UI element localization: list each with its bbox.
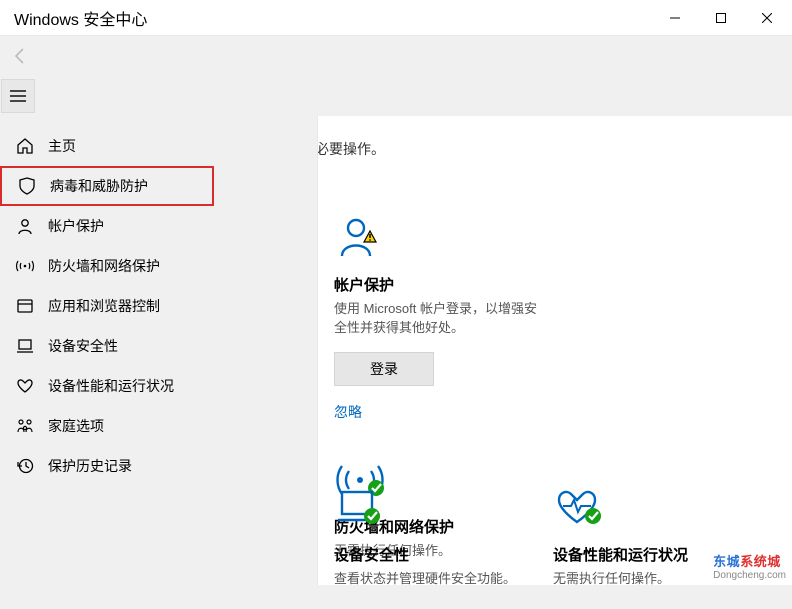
antenna-icon — [14, 257, 36, 275]
person-warning-icon — [334, 210, 544, 266]
dismiss-link[interactable]: 忽略 — [334, 402, 362, 422]
page-subtitle: 必要操作。 — [315, 139, 385, 159]
card-title: 设备安全性 — [334, 544, 543, 565]
hamburger-icon — [10, 90, 26, 102]
window-title: Windows 安全中心 — [14, 6, 147, 30]
maximize-button[interactable] — [698, 0, 744, 36]
back-bar — [0, 36, 792, 76]
card-device-perf: 设备性能和运行状况 无需执行任何操作。 — [553, 470, 772, 609]
laptop-ok-icon — [334, 480, 543, 536]
sidebar-item-firewall[interactable]: 防火墙和网络保护 — [0, 246, 317, 286]
sidebar-item-device-perf[interactable]: 设备性能和运行状况 — [0, 366, 317, 406]
sidebar-item-label: 帐户保护 — [48, 216, 104, 236]
heart-ok-icon — [553, 480, 762, 536]
shield-icon — [16, 177, 38, 195]
hamburger-row — [0, 76, 792, 116]
sidebar-item-history[interactable]: 保护历史记录 — [0, 446, 317, 486]
back-button[interactable] — [12, 47, 30, 65]
window-controls — [652, 0, 790, 36]
minimize-icon — [670, 13, 680, 23]
laptop-icon — [14, 337, 36, 355]
hamburger-button[interactable] — [1, 79, 35, 113]
sidebar-item-label: 保护历史记录 — [48, 456, 132, 476]
card-desc: 使用 Microsoft 帐户登录，以增强安全性并获得其他好处。 — [334, 300, 544, 338]
family-icon — [14, 417, 36, 435]
app-icon — [14, 297, 36, 315]
sidebar-item-virus[interactable]: 病毒和威胁防护 — [0, 166, 214, 206]
close-icon — [762, 13, 772, 23]
sidebar-item-family[interactable]: 家庭选项 — [0, 406, 317, 446]
sidebar-item-label: 设备性能和运行状况 — [48, 376, 174, 396]
watermark: 东城系统城 Dongcheng.com — [713, 551, 786, 581]
sidebar-item-device-security[interactable]: 设备安全性 — [0, 326, 317, 366]
sidebar-item-label: 设备安全性 — [48, 336, 118, 356]
sidebar-item-label: 病毒和威胁防护 — [50, 176, 148, 196]
card-title: 帐户保护 — [334, 274, 544, 295]
person-icon — [14, 217, 36, 235]
sidebar-item-label: 防火墙和网络保护 — [48, 256, 160, 276]
heart-icon — [14, 377, 36, 395]
maximize-icon — [716, 13, 726, 23]
card-account: 帐户保护 使用 Microsoft 帐户登录，以增强安全性并获得其他好处。 登录… — [334, 200, 554, 442]
watermark-part1: 东城 — [713, 554, 740, 569]
history-icon — [14, 457, 36, 475]
sidebar-item-account[interactable]: 帐户保护 — [0, 206, 317, 246]
titlebar: Windows 安全中心 — [0, 0, 792, 36]
close-button[interactable] — [744, 0, 790, 36]
watermark-part2: 系统城 — [740, 554, 781, 569]
sidebar-item-label: 家庭选项 — [48, 416, 104, 436]
sidebar-item-label: 应用和浏览器控制 — [48, 296, 160, 316]
home-icon — [14, 137, 36, 155]
sidebar: 主页 病毒和威胁防护 帐户保护 防火墙和网络保护 应用和浏览器控制 设备安全性 — [0, 116, 318, 585]
sidebar-item-app[interactable]: 应用和浏览器控制 — [0, 286, 317, 326]
minimize-button[interactable] — [652, 0, 698, 36]
cards-row-2: 设备安全性 查看状态并管理硬件安全功能。 设备性能和运行状况 无需执行任何操作。 — [334, 470, 772, 609]
sidebar-item-label: 主页 — [48, 136, 76, 156]
card-desc: 查看状态并管理硬件安全功能。 — [334, 570, 543, 589]
signin-button[interactable]: 登录 — [334, 352, 434, 386]
watermark-url: Dongcheng.com — [713, 570, 786, 581]
sidebar-item-home[interactable]: 主页 — [0, 126, 317, 166]
card-device-security: 设备安全性 查看状态并管理硬件安全功能。 — [334, 470, 553, 609]
back-arrow-icon — [12, 47, 30, 65]
